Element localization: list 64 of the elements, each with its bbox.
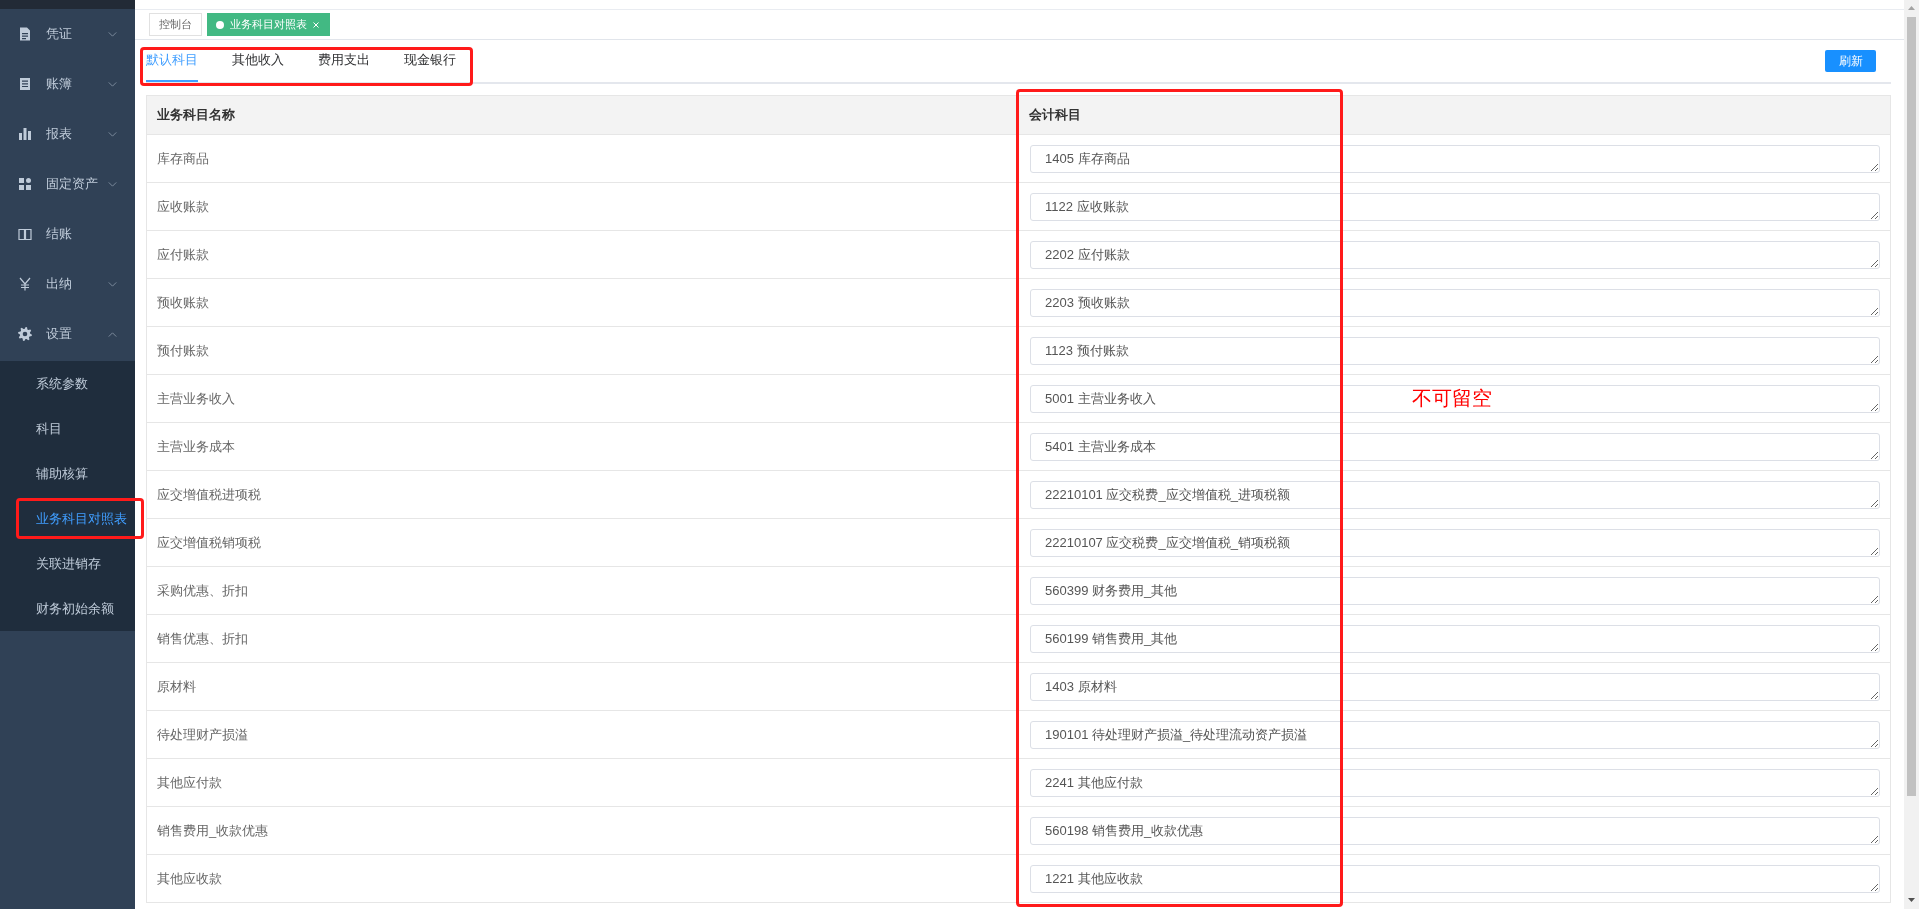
account-field[interactable]: 1405 库存商品: [1030, 144, 1880, 173]
menu-item[interactable]: 账簿: [0, 59, 135, 109]
scroll-down-arrow-icon[interactable]: [1908, 898, 1915, 902]
table-cell: 主营业务收入: [146, 374, 1019, 423]
settings-icon: [18, 327, 32, 341]
submenu-item[interactable]: 辅助核算: [0, 451, 135, 496]
account-field[interactable]: 1123 预付账款: [1030, 336, 1880, 365]
table-cell: 其他应付款: [146, 758, 1019, 807]
table-cell: 其他应收款: [146, 854, 1019, 903]
table-cell: 预付账款: [146, 326, 1019, 375]
menu-item[interactable]: 设置: [0, 309, 135, 359]
table-cell: 应交增值税进项税: [146, 470, 1019, 519]
yen-icon: [18, 277, 32, 291]
table-cell: 应交增值税销项税: [146, 518, 1019, 567]
submenu-item[interactable]: 财务初始余额: [0, 586, 135, 631]
account-field[interactable]: 22210101 应交税费_应交增值税_进项税额: [1030, 480, 1880, 509]
scrollbar-thumb[interactable]: [1907, 17, 1916, 796]
table-cell: 销售费用_收款优惠: [146, 806, 1019, 855]
submenu-item[interactable]: 科目: [0, 406, 135, 451]
annotation-note: 不可留空: [1411, 386, 1492, 411]
table-cell: 预收账款: [146, 278, 1019, 327]
close-icon[interactable]: [313, 21, 319, 28]
account-field[interactable]: 560399 财务费用_其他: [1030, 576, 1880, 605]
menu-item[interactable]: 固定资产: [0, 159, 135, 209]
menu-item[interactable]: 报表: [0, 109, 135, 159]
account-field[interactable]: 560198 销售费用_收款优惠: [1030, 816, 1880, 845]
submenu-item[interactable]: 业务科目对照表: [0, 496, 135, 541]
tab[interactable]: 现金银行: [404, 40, 456, 82]
open-book-icon: [18, 227, 32, 241]
grid-icon: [18, 177, 32, 191]
table-cell: 主营业务成本: [146, 422, 1019, 471]
account-field[interactable]: 22210107 应交税费_应交增值税_销项税额: [1030, 528, 1880, 557]
tab[interactable]: 其他收入: [232, 40, 284, 82]
account-field[interactable]: 1403 原材料: [1030, 672, 1880, 701]
account-field[interactable]: 1221 其他应收款: [1030, 864, 1880, 893]
scroll-up-arrow-icon[interactable]: [1908, 6, 1915, 10]
submenu-item[interactable]: 系统参数: [0, 361, 135, 406]
dot-icon: [216, 20, 224, 29]
page-tag[interactable]: 控制台: [149, 13, 202, 36]
account-field[interactable]: 560199 销售费用_其他: [1030, 624, 1880, 653]
tab[interactable]: 费用支出: [318, 40, 370, 82]
table-cell: 应付账款: [146, 230, 1019, 279]
account-field[interactable]: 2241 其他应付款: [1030, 768, 1880, 797]
document-icon: [18, 27, 32, 41]
account-field[interactable]: 2202 应付账款: [1030, 240, 1880, 269]
submenu-item[interactable]: 关联进销存: [0, 541, 135, 586]
notebook-icon: [18, 77, 32, 91]
menu-item[interactable]: 出纳: [0, 259, 135, 309]
menu-item[interactable]: 凭证: [0, 9, 135, 59]
table-cell: 原材料: [146, 662, 1019, 711]
column-header: 会计科目: [1018, 95, 1891, 135]
table-cell: 待处理财产损溢: [146, 710, 1019, 759]
menu-item[interactable]: 结账: [0, 209, 135, 259]
account-field[interactable]: 1122 应收账款: [1030, 192, 1880, 221]
table-cell: 采购优惠、折扣: [146, 566, 1019, 615]
bar-chart-icon: [18, 127, 32, 141]
account-field[interactable]: 5401 主营业务成本: [1030, 432, 1880, 461]
table-cell: 库存商品: [146, 134, 1019, 183]
column-header: 业务科目名称: [146, 95, 1019, 135]
table-cell: 应收账款: [146, 182, 1019, 231]
account-field[interactable]: 2203 预收账款: [1030, 288, 1880, 317]
scrollbar[interactable]: [1904, 0, 1919, 909]
table-cell: 销售优惠、折扣: [146, 614, 1019, 663]
account-field[interactable]: 190101 待处理财产损溢_待处理流动资产损溢: [1030, 720, 1880, 749]
